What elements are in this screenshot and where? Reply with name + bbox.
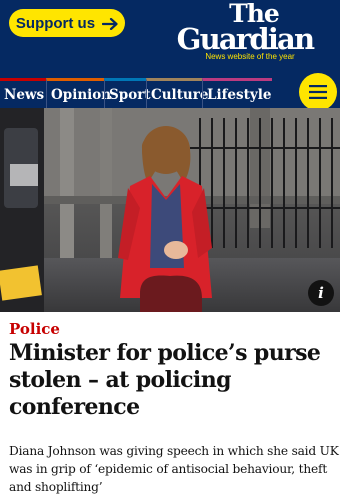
hamburger-icon [309,85,327,99]
nav-item-label: Culture [151,87,209,103]
hero-photo [0,108,340,312]
article-standfirst: Diana Johnson was giving speech in which… [9,444,339,494]
nav-item-opinion[interactable]: Opinion [46,78,111,108]
support-us-button[interactable]: Support us [9,9,125,37]
nav-item-label: News [4,87,45,103]
nav-item-label: Lifestyle [207,87,272,103]
nav-item-label: Opinion [51,87,112,103]
info-icon[interactable]: i [308,280,334,306]
nav-item-news[interactable]: News [0,78,46,108]
hero-image[interactable] [0,108,340,312]
nav-item-label: Sport [109,87,151,103]
arrow-right-icon [101,17,118,31]
pillar-nav: News Opinion Sport Culture Lifestyle [0,78,340,108]
nav-item-lifestyle[interactable]: Lifestyle [202,78,272,108]
masthead: Support us The Guardian News website of … [0,0,340,80]
nav-item-sport[interactable]: Sport [104,78,151,108]
guardian-logo[interactable]: The Guardian News website of the year [170,1,320,61]
menu-button[interactable] [299,73,337,111]
section-kicker[interactable]: Police [9,320,60,338]
logo-guardian: Guardian [176,22,316,56]
support-us-label: Support us [15,14,96,32]
nav-item-culture[interactable]: Culture [146,78,208,108]
article-headline[interactable]: Minister for police’s purse stolen – at … [9,340,334,421]
